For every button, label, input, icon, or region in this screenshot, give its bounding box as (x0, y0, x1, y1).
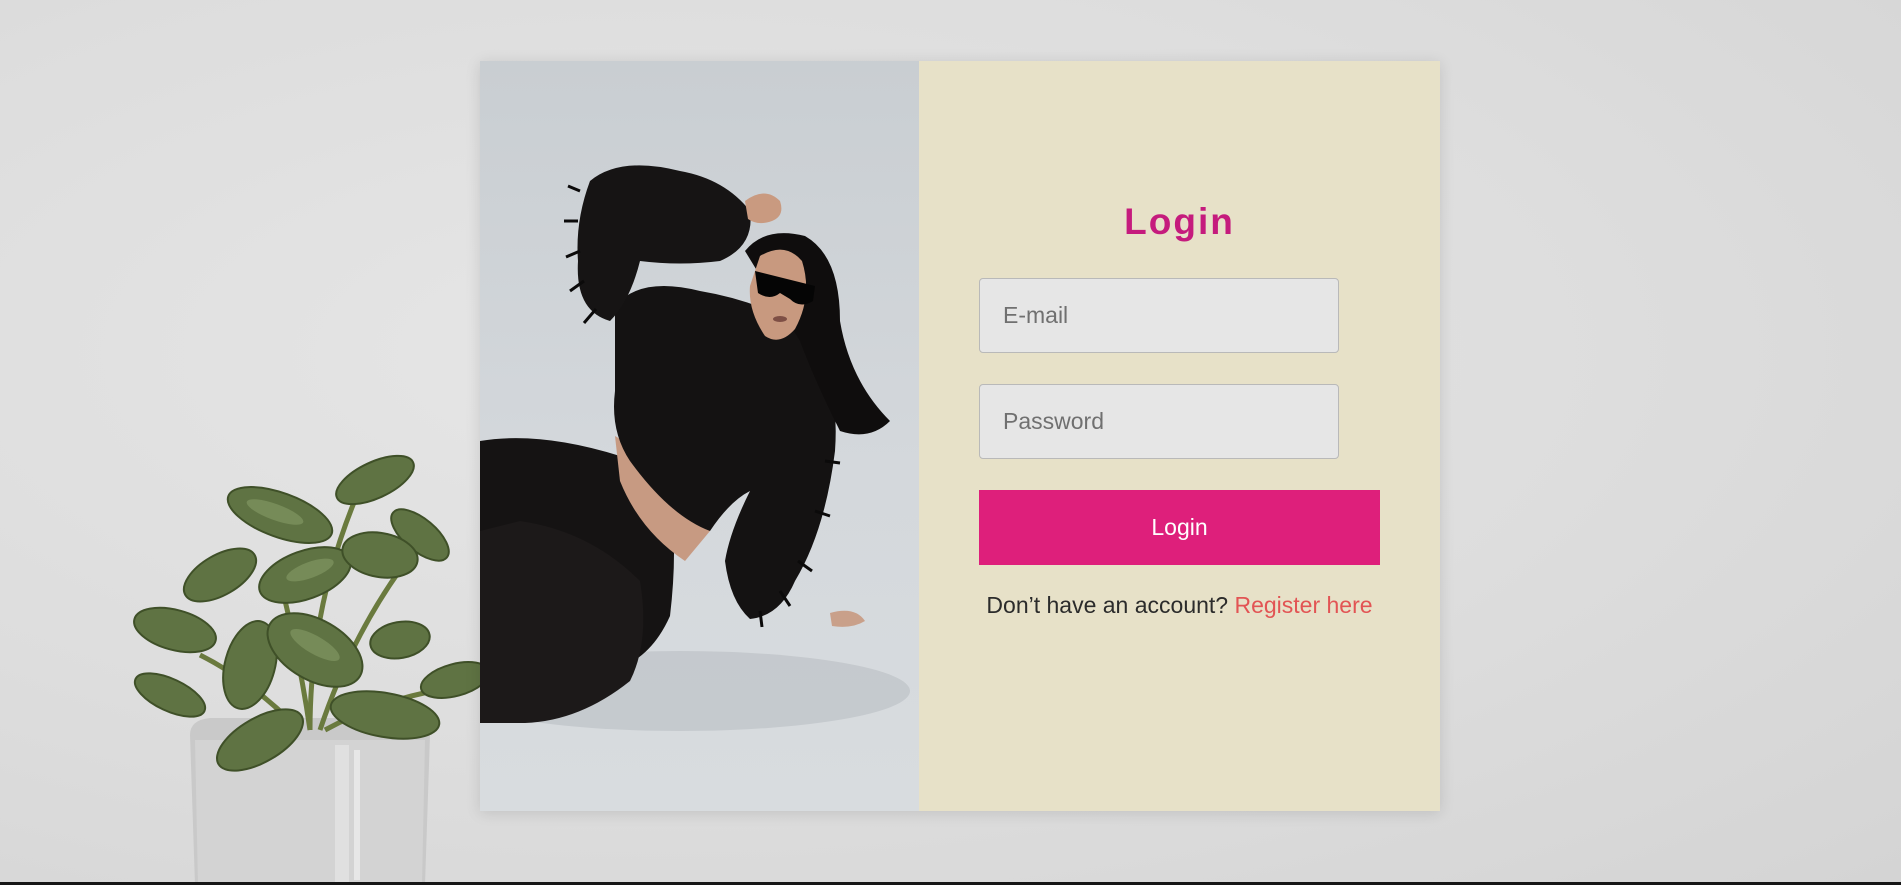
plant-image (133, 454, 490, 885)
register-prompt: Don’t have an account? Register here (979, 593, 1380, 618)
login-form-panel: Login Login Don’t have an account? Regis… (919, 61, 1440, 811)
login-button[interactable]: Login (979, 490, 1380, 565)
register-link[interactable]: Register here (1234, 592, 1372, 618)
email-field[interactable] (979, 278, 1339, 353)
page-title: Login (1124, 201, 1235, 242)
model-photo (480, 61, 919, 811)
register-prompt-text: Don’t have an account? (986, 592, 1229, 618)
login-card: Login Login Don’t have an account? Regis… (480, 61, 1440, 811)
password-field[interactable] (979, 384, 1339, 459)
